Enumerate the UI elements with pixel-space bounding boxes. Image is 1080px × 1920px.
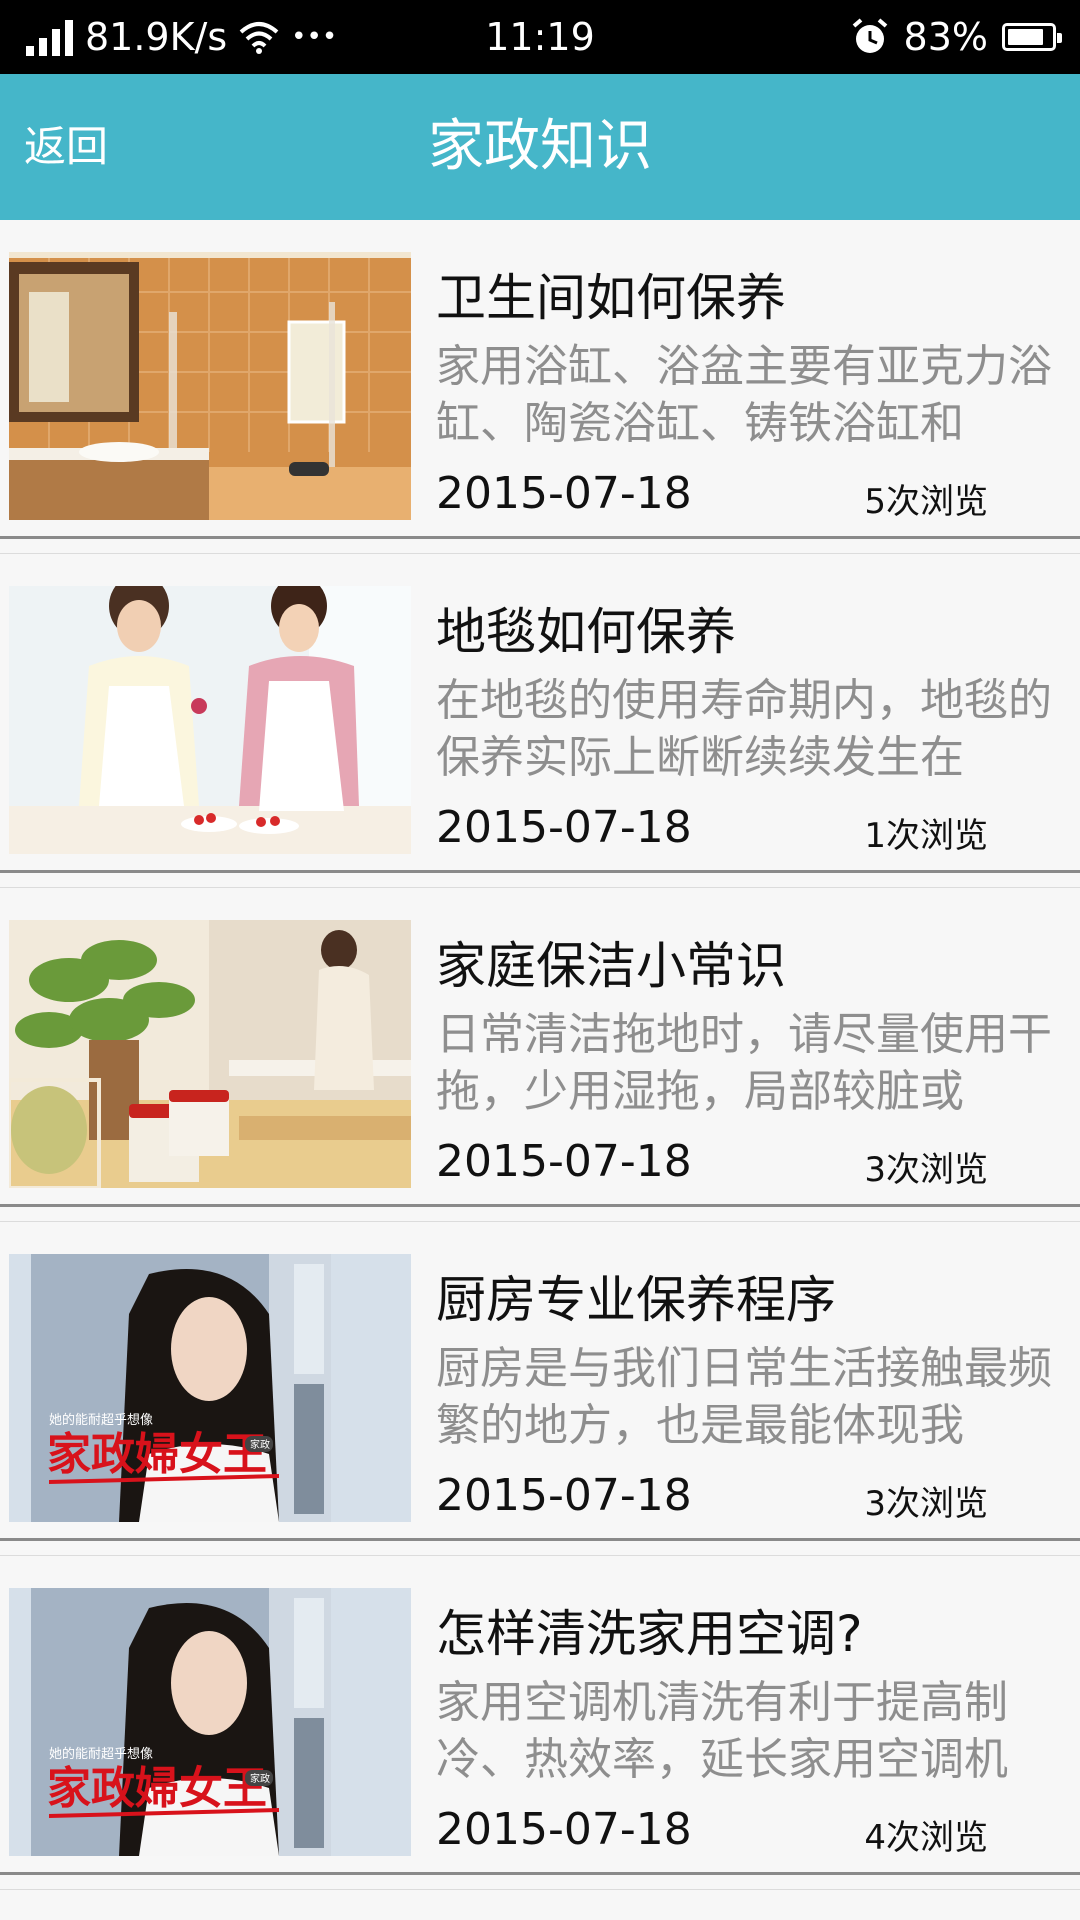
poster-tagline: 她的能耐超乎想像	[49, 1746, 153, 1761]
article-excerpt: 在地毯的使用寿命期内，地毯的保养实际上断断续续发生在	[436, 675, 1052, 783]
article-title[interactable]: 卫生间如何保养	[436, 258, 786, 330]
kitchen-plant-photo	[9, 920, 411, 1188]
alarm-icon	[852, 18, 887, 53]
article-date: 2015-07-18	[436, 1804, 692, 1855]
list-item[interactable]: 卫生间如何保养 家用浴缸、浴盆主要有亚克力浴缸、陶瓷浴缸、铸铁浴缸和 2015-…	[0, 220, 1080, 554]
article-list: 卫生间如何保养 家用浴缸、浴盆主要有亚克力浴缸、陶瓷浴缸、铸铁浴缸和 2015-…	[0, 220, 1080, 1890]
page-title: 家政知识	[428, 114, 652, 179]
drama-poster: 她的能耐超乎想像 家政婦女王 家政	[9, 1254, 411, 1522]
view-count: 1次浏览	[864, 816, 988, 856]
app-header: 返回 家政知识	[0, 74, 1080, 220]
article-title[interactable]: 怎样清洗家用空调?	[436, 1594, 863, 1666]
divider	[0, 1538, 1080, 1541]
article-title[interactable]: 地毯如何保养	[436, 592, 736, 664]
view-count: 5次浏览	[864, 482, 988, 522]
article-date: 2015-07-18	[436, 1136, 692, 1187]
battery-level	[1008, 29, 1043, 45]
article-excerpt: 家用浴缸、浴盆主要有亚克力浴缸、陶瓷浴缸、铸铁浴缸和	[436, 341, 1052, 449]
poster-title: 家政婦女王	[47, 1764, 267, 1813]
article-date: 2015-07-18	[436, 468, 692, 519]
list-item[interactable]: 地毯如何保养 在地毯的使用寿命期内，地毯的保养实际上断断续续发生在 2015-0…	[0, 554, 1080, 888]
poster-badge: 家政	[250, 1772, 270, 1785]
list-item[interactable]: 她的能耐超乎想像 家政婦女王 家政 厨房专业保养程序 厨房是与我们日常生活接触最…	[0, 1222, 1080, 1556]
battery-percent: 83%	[903, 15, 988, 59]
status-bar: 81.9K/s ••• 11:19 83%	[0, 0, 1080, 74]
view-count: 3次浏览	[864, 1150, 988, 1190]
drama-poster: 她的能耐超乎想像 家政婦女王 家政	[9, 1588, 411, 1856]
article-date: 2015-07-18	[436, 802, 692, 853]
poster-badge: 家政	[250, 1438, 270, 1451]
divider	[0, 536, 1080, 539]
women-kitchen-photo	[9, 586, 411, 854]
divider	[0, 1889, 1080, 1890]
article-title[interactable]: 家庭保洁小常识	[436, 926, 786, 998]
list-item[interactable]: 家庭保洁小常识 日常清洁拖地时，请尽量使用干拖，少用湿拖，局部较脏或 2015-…	[0, 888, 1080, 1222]
view-count: 4次浏览	[864, 1818, 988, 1858]
divider	[0, 1204, 1080, 1207]
article-excerpt: 厨房是与我们日常生活接触最频繁的地方，也是最能体现我	[436, 1343, 1052, 1451]
divider	[0, 870, 1080, 873]
battery-icon	[1002, 23, 1062, 51]
article-excerpt: 家用空调机清洗有利于提高制冷、热效率，延长家用空调机	[436, 1677, 1008, 1785]
divider	[0, 1872, 1080, 1875]
poster-tagline: 她的能耐超乎想像	[49, 1412, 153, 1427]
status-right: 83%	[850, 0, 1062, 74]
view-count: 3次浏览	[864, 1484, 988, 1524]
article-date: 2015-07-18	[436, 1470, 692, 1521]
list-item[interactable]: 她的能耐超乎想像 家政婦女王 家政 怎样清洗家用空调? 家用空调机清洗有利于提高…	[0, 1556, 1080, 1890]
poster-title: 家政婦女王	[47, 1430, 267, 1479]
bathroom-photo	[9, 252, 411, 520]
article-excerpt: 日常清洁拖地时，请尽量使用干拖，少用湿拖，局部较脏或	[436, 1009, 1052, 1117]
article-title[interactable]: 厨房专业保养程序	[436, 1260, 836, 1332]
